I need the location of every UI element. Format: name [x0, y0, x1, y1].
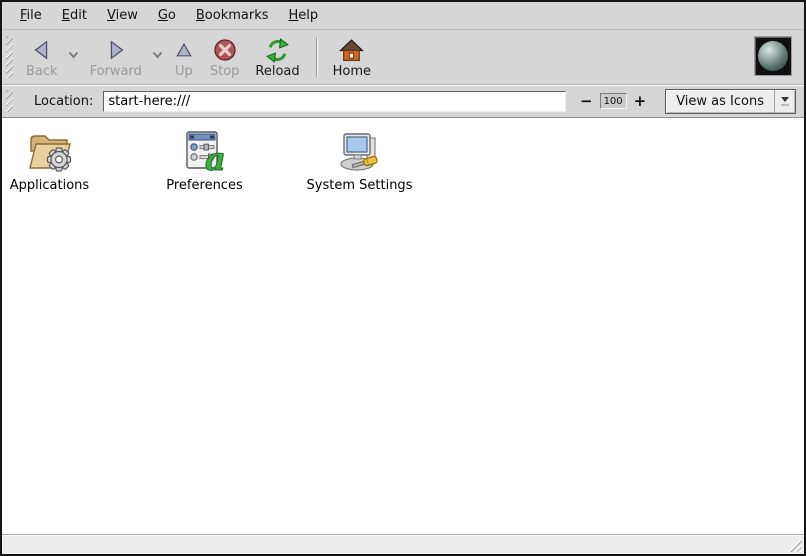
globe-throbber-icon — [758, 41, 788, 71]
back-arrow-icon — [31, 39, 53, 61]
back-button[interactable]: Back — [18, 34, 66, 81]
menu-bookmarks[interactable]: Bookmarks — [186, 4, 279, 27]
menu-view[interactable]: View — [97, 4, 148, 27]
stop-icon — [213, 38, 237, 62]
stop-button[interactable]: Stop — [202, 34, 248, 81]
reload-label: Reload — [255, 64, 299, 79]
icon-view-pane: Applications a Preferences — [2, 118, 804, 534]
up-button[interactable]: Up — [166, 34, 202, 81]
preferences-icon: a — [181, 127, 229, 175]
up-arrow-icon — [174, 40, 194, 60]
back-label: Back — [26, 64, 58, 79]
stop-label: Stop — [210, 64, 240, 79]
view-mode-dropdown[interactable]: View as Icons — [665, 89, 796, 114]
system-settings-label: System Settings — [307, 178, 413, 193]
zoom-in-button[interactable]: + — [630, 91, 651, 112]
forward-arrow-icon — [105, 39, 127, 61]
resize-grip[interactable] — [787, 537, 802, 552]
preferences-label: Preferences — [166, 178, 242, 193]
toolbar-drag-handle[interactable] — [6, 36, 13, 78]
home-label: Home — [333, 64, 371, 79]
zoom-out-button[interactable]: − — [576, 91, 597, 112]
dropdown-arrow-icon — [774, 90, 795, 113]
chevron-down-icon — [152, 51, 163, 59]
toolbar-separator — [316, 37, 317, 77]
applications-label: Applications — [10, 178, 89, 193]
up-label: Up — [175, 64, 193, 79]
menu-file[interactable]: File — [10, 4, 52, 27]
file-manager-window: File Edit View Go Bookmarks Help Back — [0, 0, 806, 556]
throbber-frame — [754, 36, 792, 76]
menu-bar: File Edit View Go Bookmarks Help — [2, 2, 804, 30]
location-input[interactable] — [103, 91, 566, 112]
icon-grid: Applications a Preferences — [2, 118, 804, 193]
applications-folder-icon — [26, 127, 74, 175]
forward-button[interactable]: Forward — [82, 34, 150, 81]
home-icon — [339, 38, 364, 63]
preferences-item[interactable]: a Preferences — [127, 127, 282, 193]
system-settings-item[interactable]: System Settings — [282, 127, 437, 193]
gear-icon — [47, 148, 70, 171]
menu-edit[interactable]: Edit — [52, 4, 97, 27]
location-bar: Location: − 100 + View as Icons — [2, 85, 804, 118]
locationbar-drag-handle[interactable] — [6, 90, 13, 112]
navigation-toolbar: Back Forward U — [2, 30, 804, 85]
chevron-down-icon — [68, 51, 79, 59]
back-history-dropdown[interactable] — [66, 41, 82, 69]
menu-go[interactable]: Go — [148, 4, 186, 27]
view-mode-label: View as Icons — [666, 90, 774, 113]
reload-icon — [265, 38, 290, 63]
status-bar — [2, 534, 804, 554]
reload-button[interactable]: Reload — [247, 34, 307, 81]
forward-label: Forward — [90, 64, 142, 79]
forward-history-dropdown[interactable] — [150, 41, 166, 69]
system-settings-icon — [336, 127, 384, 175]
home-button[interactable]: Home — [325, 34, 379, 81]
preferences-letter-glyph: a — [205, 140, 226, 175]
menu-help[interactable]: Help — [279, 4, 329, 27]
location-label: Location: — [34, 94, 93, 109]
applications-item[interactable]: Applications — [2, 127, 127, 193]
zoom-level-indicator[interactable]: 100 — [600, 93, 627, 109]
